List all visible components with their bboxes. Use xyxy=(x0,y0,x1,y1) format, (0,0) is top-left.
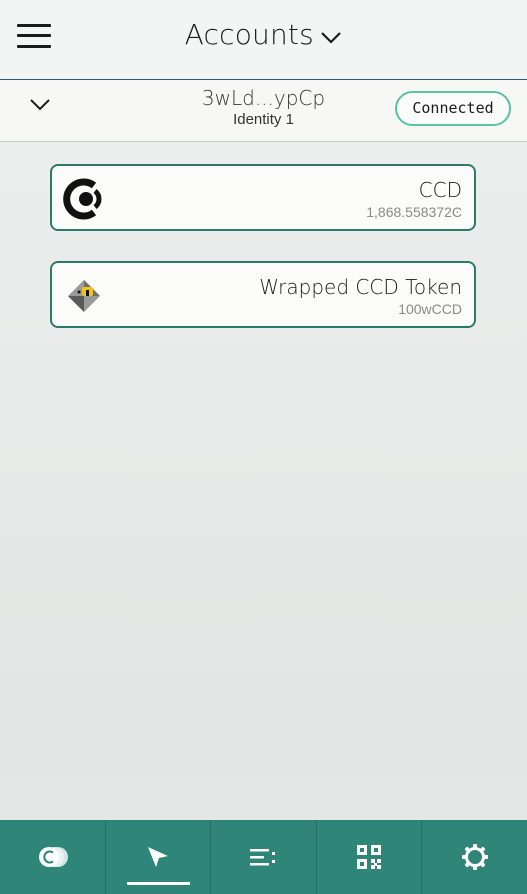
nav-receive[interactable] xyxy=(317,820,423,894)
tokens-icon xyxy=(39,847,69,867)
token-balance: 100wCCD xyxy=(398,301,462,317)
top-bar: Accounts xyxy=(0,0,527,80)
transaction-list-icon xyxy=(250,849,276,866)
nav-tokens[interactable] xyxy=(0,820,106,894)
connection-status-badge: Connected xyxy=(395,91,511,126)
token-card-ccd[interactable]: CCD 1,868.558372Ͼ xyxy=(50,164,476,231)
ccd-logo-icon xyxy=(63,178,102,220)
nav-transactions[interactable] xyxy=(211,820,317,894)
send-icon xyxy=(147,847,168,867)
token-name: Wrapped CCD Token xyxy=(259,275,462,299)
chevron-down-icon xyxy=(321,31,342,44)
token-card-wccd[interactable]: Wrapped CCD Token 100wCCD xyxy=(50,261,476,328)
settings-gear-icon xyxy=(461,844,488,870)
nav-send[interactable] xyxy=(106,820,212,894)
token-name: CCD xyxy=(418,178,462,202)
nav-settings[interactable] xyxy=(422,820,527,894)
account-bar: 3wLd...ypCp Identity 1 Connected xyxy=(0,80,527,142)
bottom-navigation xyxy=(0,820,527,894)
qr-code-icon xyxy=(357,845,382,869)
page-title: Accounts xyxy=(184,18,314,51)
accounts-dropdown[interactable]: Accounts xyxy=(0,18,527,51)
wccd-token-icon xyxy=(68,280,100,312)
active-tab-indicator xyxy=(126,882,190,885)
token-balance: 1,868.558372Ͼ xyxy=(366,204,462,220)
